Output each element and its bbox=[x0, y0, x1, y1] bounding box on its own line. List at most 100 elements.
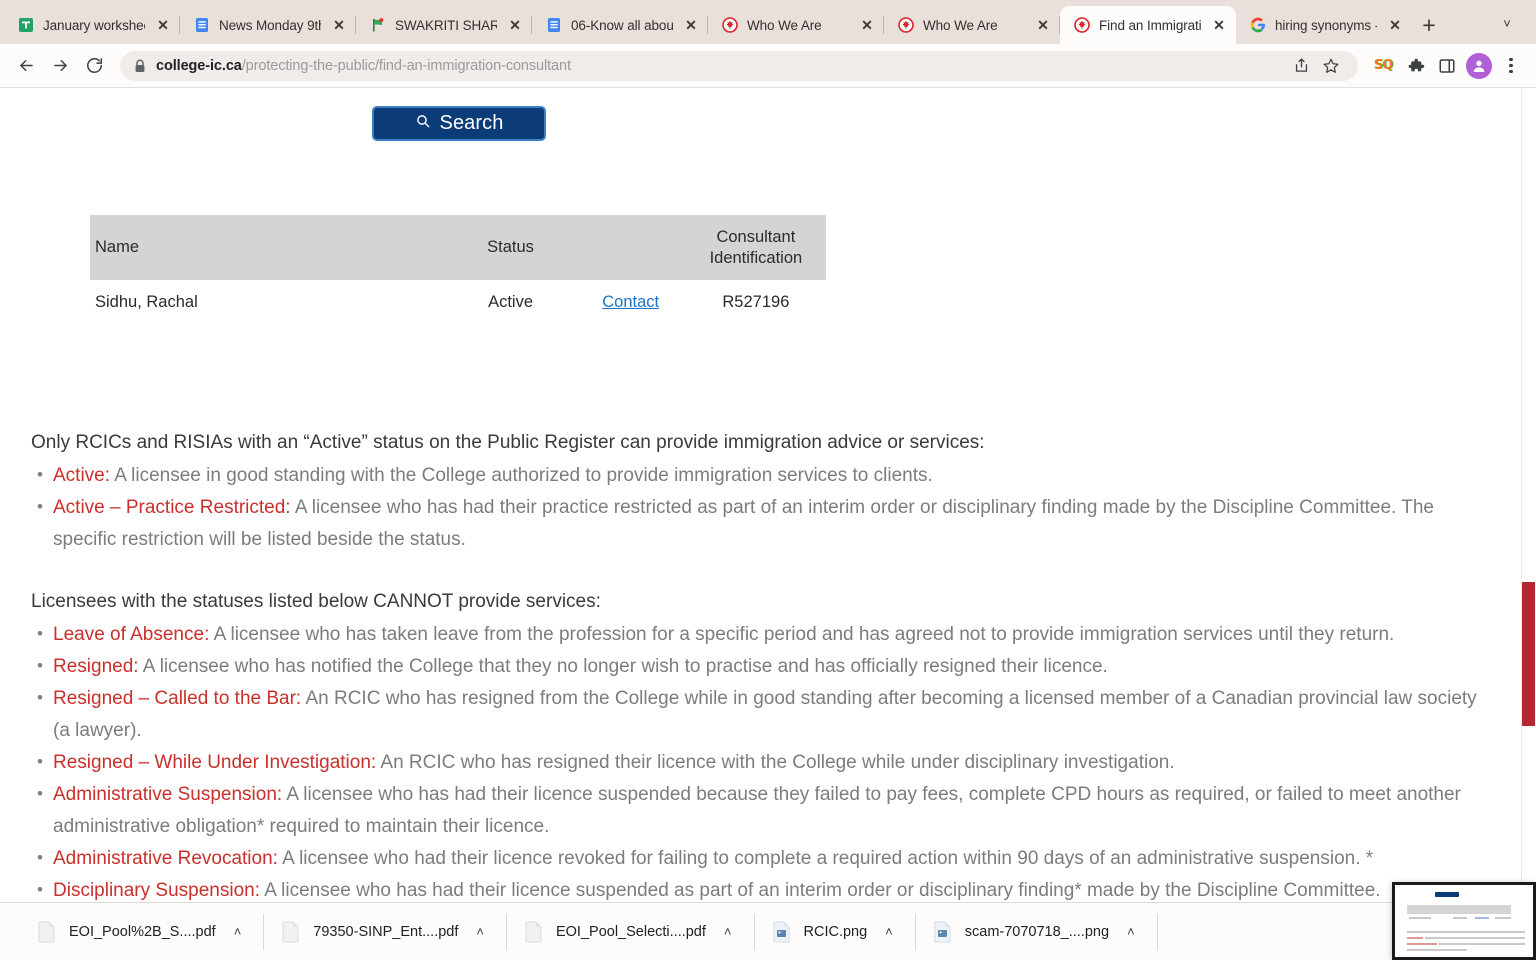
preview-line bbox=[1409, 917, 1431, 919]
forward-button[interactable] bbox=[44, 50, 76, 82]
tab-close-icon[interactable]: ✕ bbox=[1386, 16, 1404, 34]
column-header-name: Name bbox=[90, 215, 446, 281]
tab-close-icon[interactable]: ✕ bbox=[682, 16, 700, 34]
browser-tab-3[interactable]: 06-Know all abou ✕ bbox=[532, 6, 708, 44]
share-icon[interactable] bbox=[1288, 53, 1314, 79]
contact-link[interactable]: Contact bbox=[602, 293, 659, 311]
new-tab-button[interactable]: + bbox=[1412, 8, 1446, 42]
browser-window: January workshee ✕ News Monday 9th ✕ SWA… bbox=[0, 0, 1536, 960]
active-status-list: Active: A licensee in good standing with… bbox=[31, 459, 1491, 556]
tab-close-icon[interactable]: ✕ bbox=[1210, 16, 1228, 34]
browser-toolbar: college-ic.ca/protecting-the-public/find… bbox=[0, 44, 1536, 88]
tab-title: News Monday 9th bbox=[219, 17, 321, 33]
sq-extension-label: SQ bbox=[1373, 58, 1393, 73]
download-filename: scam-7070718_....png bbox=[964, 923, 1110, 940]
page-scrollbar-track[interactable] bbox=[1521, 89, 1536, 902]
tab-title: 06-Know all abou bbox=[571, 17, 673, 33]
chevron-up-icon[interactable]: ˄ bbox=[234, 924, 242, 939]
status-desc: A licensee who has notified the College … bbox=[138, 656, 1108, 677]
tab-close-icon[interactable]: ✕ bbox=[506, 16, 524, 34]
sq-extension-icon[interactable]: SQ bbox=[1368, 51, 1398, 81]
column-header-blank bbox=[575, 215, 686, 281]
downloads-bar: EOI_Pool%2B_S....pdf ˄ 79350-SINP_Ent...… bbox=[0, 902, 1536, 960]
browser-tab-0[interactable]: January workshee ✕ bbox=[4, 6, 180, 44]
back-button[interactable] bbox=[10, 50, 42, 82]
list-item: Administrative Revocation: A licensee wh… bbox=[31, 842, 1491, 875]
status-term: Resigned – Called to the Bar: bbox=[53, 688, 302, 709]
browser-tab-1[interactable]: News Monday 9th ✕ bbox=[180, 6, 356, 44]
star-icon[interactable] bbox=[1318, 53, 1344, 79]
tab-close-icon[interactable]: ✕ bbox=[1034, 16, 1052, 34]
tab-search-chevron-down-icon[interactable]: ˅ bbox=[1494, 10, 1520, 36]
chevron-up-icon[interactable]: ˄ bbox=[476, 924, 484, 939]
download-item-2[interactable]: EOI_Pool_Selecti....pdf ˄ bbox=[507, 912, 754, 952]
screenshot-capture-preview[interactable] bbox=[1392, 882, 1536, 960]
preview-line bbox=[1407, 949, 1467, 951]
list-item: Active – Practice Restricted: A licensee… bbox=[31, 491, 1491, 556]
preview-table-header bbox=[1407, 905, 1511, 914]
chrome-menu-icon[interactable] bbox=[1496, 51, 1526, 81]
search-button-label: Search bbox=[439, 112, 504, 134]
status-term: Active – Practice Restricted: bbox=[53, 497, 291, 518]
chevron-up-icon[interactable]: ˄ bbox=[885, 924, 893, 939]
url-domain: college-ic.ca bbox=[156, 57, 242, 74]
maple-leaf-icon bbox=[897, 17, 914, 34]
download-item-3[interactable]: RCIC.png ˄ bbox=[755, 912, 915, 952]
magnifier-icon bbox=[415, 112, 431, 135]
pdf-file-icon bbox=[38, 921, 55, 943]
docs-icon bbox=[545, 17, 562, 34]
tab-close-icon[interactable]: ✕ bbox=[330, 16, 348, 34]
list-item: Active: A licensee in good standing with… bbox=[31, 459, 1491, 492]
tab-close-icon[interactable]: ✕ bbox=[154, 16, 172, 34]
preview-line bbox=[1407, 937, 1423, 939]
lock-icon bbox=[134, 59, 146, 73]
preview-search-button bbox=[1435, 892, 1459, 897]
capture-preview-thumbnail bbox=[1395, 885, 1533, 957]
cannot-status-list: Leave of Absence: A licensee who has tak… bbox=[31, 618, 1491, 902]
sheets-icon bbox=[17, 17, 34, 34]
status-definitions: Only RCICs and RISIAs with an “Active” s… bbox=[31, 427, 1491, 902]
table-header-row: Name Status Consultant Identification bbox=[90, 215, 826, 281]
reload-button[interactable] bbox=[78, 50, 110, 82]
browser-tab-4[interactable]: Who We Are ✕ bbox=[708, 6, 884, 44]
page-scrollbar-thumb[interactable] bbox=[1522, 582, 1535, 726]
table-row: Sidhu, Rachal Active Contact R527196 bbox=[90, 280, 826, 322]
status-term: Disciplinary Suspension: bbox=[53, 880, 260, 901]
chevron-up-icon[interactable]: ˄ bbox=[724, 924, 732, 939]
status-desc: An RCIC who has resigned their licence w… bbox=[376, 752, 1175, 773]
profile-avatar[interactable] bbox=[1464, 51, 1494, 81]
pdf-file-icon bbox=[282, 921, 299, 943]
cell-contact: Contact bbox=[576, 280, 686, 322]
tab-title: Who We Are bbox=[923, 17, 998, 33]
status-term: Administrative Revocation: bbox=[53, 848, 278, 869]
chevron-up-icon[interactable]: ˄ bbox=[1127, 924, 1135, 939]
tab-title: Find an Immigrati bbox=[1099, 17, 1201, 33]
extensions-puzzle-icon[interactable] bbox=[1400, 51, 1430, 81]
status-desc: A licensee in good standing with the Col… bbox=[110, 465, 933, 486]
download-item-4[interactable]: scam-7070718_....png ˄ bbox=[916, 912, 1157, 952]
browser-tab-2[interactable]: SWAKRITI SHARM ✕ bbox=[356, 6, 532, 44]
url-text: college-ic.ca/protecting-the-public/find… bbox=[156, 58, 571, 74]
list-item: Leave of Absence: A licensee who has tak… bbox=[31, 618, 1491, 651]
browser-tab-5[interactable]: Who We Are ✕ bbox=[884, 6, 1060, 44]
preview-line bbox=[1407, 931, 1525, 933]
cannot-section-lead: Licensees with the statuses listed below… bbox=[31, 591, 601, 612]
side-panel-icon[interactable] bbox=[1432, 51, 1462, 81]
browser-tab-6-active[interactable]: Find an Immigrati ✕ bbox=[1060, 6, 1236, 44]
tab-title: January workshee bbox=[43, 17, 145, 33]
search-results-table: Name Status Consultant Identification Si… bbox=[90, 215, 826, 322]
search-button[interactable]: Search bbox=[372, 106, 546, 141]
flag-icon bbox=[369, 17, 386, 34]
download-filename: EOI_Pool_Selecti....pdf bbox=[555, 923, 706, 940]
cell-status: Active bbox=[488, 293, 534, 312]
download-item-0[interactable]: EOI_Pool%2B_S....pdf ˄ bbox=[20, 912, 263, 952]
active-section-lead: Only RCICs and RISIAs with an “Active” s… bbox=[31, 432, 985, 453]
address-bar[interactable]: college-ic.ca/protecting-the-public/find… bbox=[120, 50, 1358, 81]
tab-close-icon[interactable]: ✕ bbox=[858, 16, 876, 34]
list-item: Resigned – While Under Investigation: An… bbox=[31, 746, 1491, 779]
status-term: Leave of Absence: bbox=[53, 624, 210, 645]
tab-title: SWAKRITI SHARM bbox=[395, 17, 497, 33]
table-body: Sidhu, Rachal Active Contact R527196 bbox=[90, 280, 826, 322]
download-item-1[interactable]: 79350-SINP_Ent....pdf ˄ bbox=[264, 912, 506, 952]
browser-tab-7[interactable]: hiring synonyms - ✕ bbox=[1236, 6, 1412, 44]
